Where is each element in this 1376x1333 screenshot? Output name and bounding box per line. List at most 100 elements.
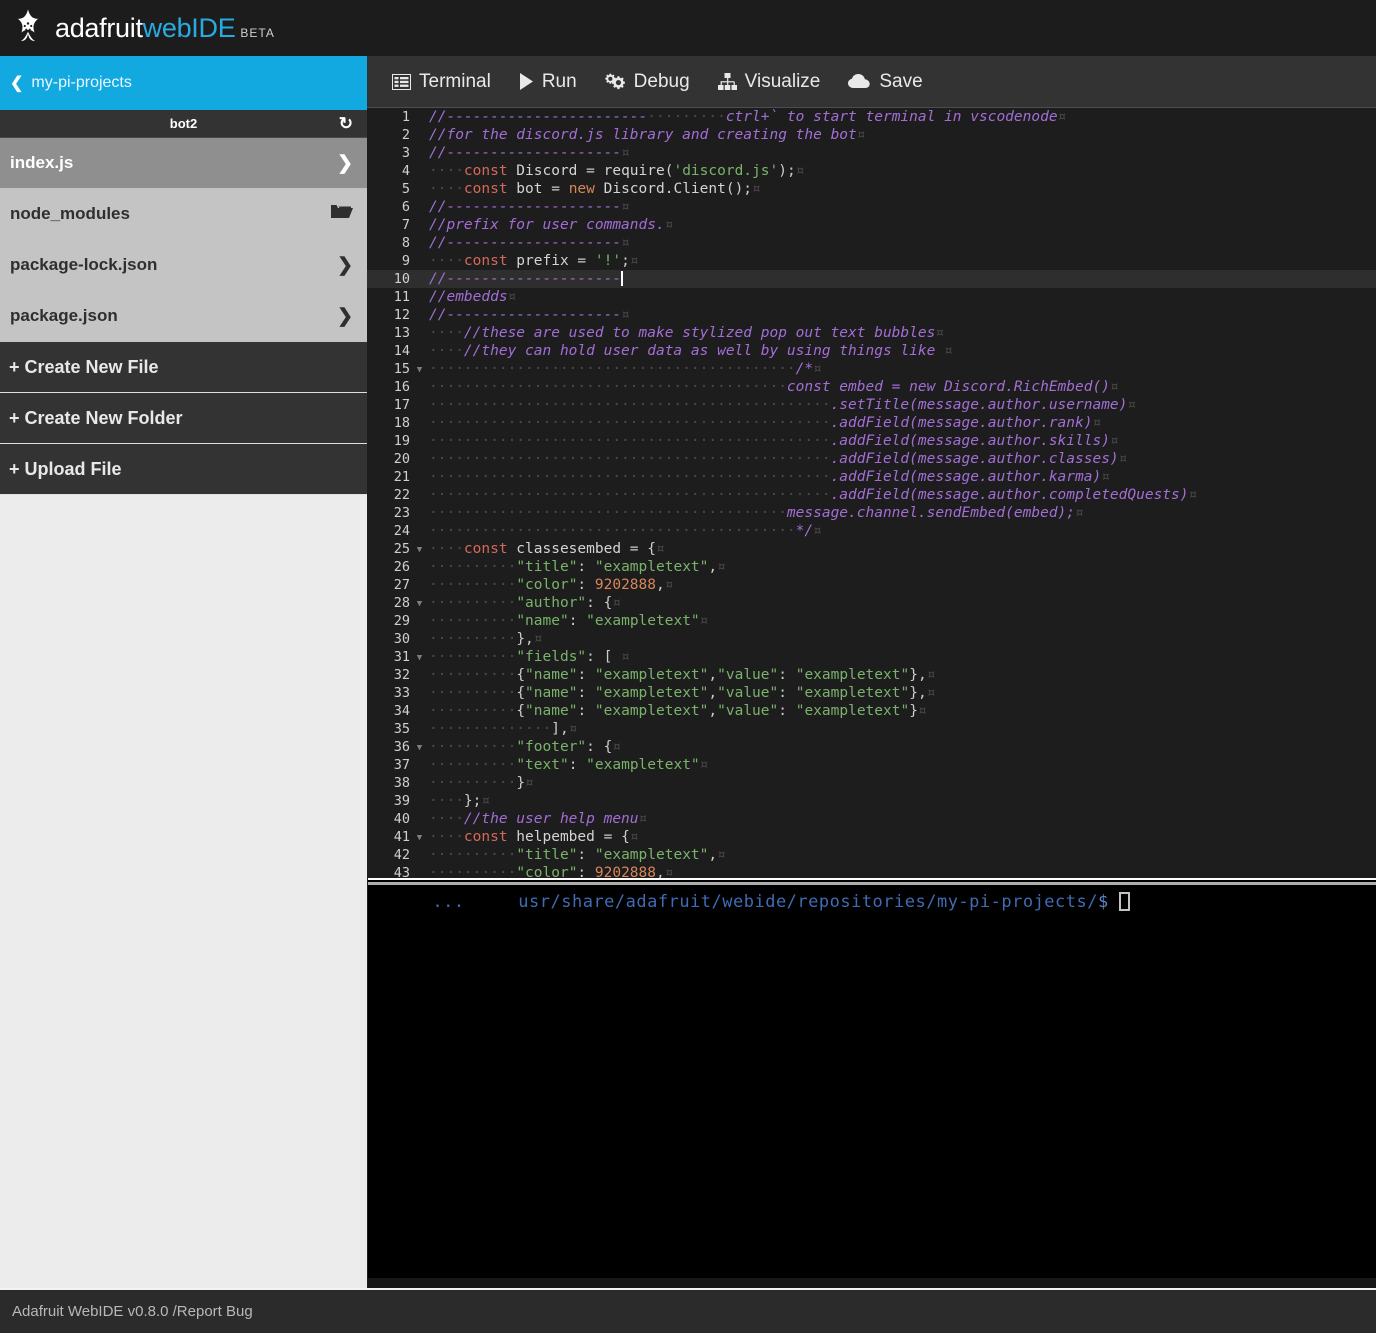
code-line[interactable]: 42 ··········"title": "exampletext",¤ bbox=[367, 846, 1376, 864]
code-line[interactable]: 11 //embedds¤ bbox=[367, 288, 1376, 306]
sidebar-action-1[interactable]: + Create New Folder bbox=[0, 393, 367, 444]
code-line[interactable]: 26 ··········"title": "exampletext",¤ bbox=[367, 558, 1376, 576]
fold-arrow-icon[interactable]: ▼ bbox=[413, 738, 426, 756]
token-kw: const bbox=[463, 829, 508, 845]
file-row[interactable]: node_modules bbox=[0, 189, 367, 240]
run-button[interactable]: Run bbox=[519, 71, 577, 93]
line-number: 12 bbox=[393, 307, 410, 323]
code-line[interactable]: 18 ······································… bbox=[367, 414, 1376, 432]
chevron-right-icon[interactable]: ❯ bbox=[337, 152, 353, 175]
code-line[interactable]: 35 ··············],¤ bbox=[367, 720, 1376, 738]
token-pun: : bbox=[778, 685, 796, 701]
chevron-right-icon[interactable]: ❯ bbox=[337, 254, 353, 277]
code-line[interactable]: 31 ▼ ··········"fields": [ ¤ bbox=[367, 648, 1376, 666]
code-line[interactable]: 13 ····//these are used to make stylized … bbox=[367, 324, 1376, 342]
code-line[interactable]: 34 ··········{"name": "exampletext","valu… bbox=[367, 702, 1376, 720]
visualize-button[interactable]: Visualize bbox=[717, 71, 820, 93]
code-line[interactable]: 16 ······································… bbox=[367, 378, 1376, 396]
save-button[interactable]: Save bbox=[848, 71, 923, 93]
token-id: require bbox=[594, 163, 665, 179]
file-row[interactable]: index.js ❯ bbox=[0, 138, 367, 189]
code-line[interactable]: 20 ······································… bbox=[367, 450, 1376, 468]
code-line[interactable]: 23 ······································… bbox=[367, 504, 1376, 522]
code-line[interactable]: 8 //--------------------¤ bbox=[367, 234, 1376, 252]
folder-icon[interactable] bbox=[331, 203, 353, 225]
sidebar-action-2[interactable]: + Upload File bbox=[0, 444, 367, 495]
code-line[interactable]: 39 ····};¤ bbox=[367, 792, 1376, 810]
terminal-panel[interactable]: ... usr/share/adafruit/webide/repositori… bbox=[368, 878, 1376, 1278]
project-back-bar[interactable]: ❮ my-pi-projects bbox=[0, 56, 367, 110]
code-line[interactable]: 15 ▼ ·····································… bbox=[367, 360, 1376, 378]
file-row[interactable]: package.json ❯ bbox=[0, 291, 367, 342]
sidebar-action-0[interactable]: + Create New File bbox=[0, 342, 367, 393]
token-kw: const bbox=[463, 163, 508, 179]
code-line[interactable]: 33 ··········{"name": "exampletext","valu… bbox=[367, 684, 1376, 702]
footer-text[interactable]: Adafruit WebIDE v0.8.0 /Report Bug bbox=[12, 1303, 253, 1320]
code-line[interactable]: 2 //for the discord.js library and creati… bbox=[367, 126, 1376, 144]
fold-arrow-icon[interactable]: ▼ bbox=[413, 360, 426, 378]
code-line[interactable]: 1 //-----------------------·········ctrl+… bbox=[367, 108, 1376, 126]
file-name: node_modules bbox=[10, 204, 130, 223]
line-number: 6 bbox=[401, 199, 410, 215]
line-number: 36 bbox=[393, 739, 410, 755]
token-eol: ¤ bbox=[1101, 469, 1110, 485]
code-text: ··········"title": "exampletext",¤ bbox=[426, 846, 726, 864]
token-num: 9202888 bbox=[594, 577, 656, 593]
code-line[interactable]: 5 ····const bot = new Discord.Client();¤ bbox=[367, 180, 1376, 198]
token-pun: = { bbox=[629, 541, 656, 557]
sidebar-action-label: + Create New Folder bbox=[9, 407, 183, 428]
code-line[interactable]: 10 //-------------------- bbox=[367, 270, 1376, 288]
token-ws: ········································… bbox=[429, 361, 796, 377]
code-line[interactable]: 30 ··········},¤ bbox=[367, 630, 1376, 648]
code-line[interactable]: 7 //prefix for user commands.¤ bbox=[367, 216, 1376, 234]
line-number: 11 bbox=[393, 289, 410, 305]
app-header: adafruitwebIDE BETA bbox=[0, 0, 1376, 56]
code-line[interactable]: 12 //--------------------¤ bbox=[367, 306, 1376, 324]
code-line[interactable]: 40 ····//the user help menu¤ bbox=[367, 810, 1376, 828]
code-text: ····const bot = new Discord.Client();¤ bbox=[426, 180, 761, 198]
code-line[interactable]: 9 ····const prefix = '!';¤ bbox=[367, 252, 1376, 270]
terminal-button[interactable]: Terminal bbox=[392, 71, 491, 93]
token-eol: ¤ bbox=[629, 253, 639, 269]
code-line[interactable]: 24 ······································… bbox=[367, 522, 1376, 540]
fold-arrow-icon[interactable]: ▼ bbox=[413, 648, 426, 666]
refresh-icon[interactable]: ↻ bbox=[339, 114, 353, 134]
code-line[interactable]: 21 ······································… bbox=[367, 468, 1376, 486]
token-ws: ·············· bbox=[429, 721, 552, 737]
code-line[interactable]: 19 ······································… bbox=[367, 432, 1376, 450]
fold-arrow-icon[interactable]: ▼ bbox=[413, 828, 426, 846]
code-line[interactable]: 17 ······································… bbox=[367, 396, 1376, 414]
code-line[interactable]: 22 ······································… bbox=[367, 486, 1376, 504]
code-line[interactable]: 37 ··········"text": "exampletext"¤ bbox=[367, 756, 1376, 774]
fold-arrow-icon[interactable]: ▼ bbox=[413, 594, 426, 612]
token-pun: : bbox=[577, 847, 595, 863]
code-line[interactable]: 14 ····//they can hold user data as well … bbox=[367, 342, 1376, 360]
token-eol: ¤ bbox=[1188, 487, 1198, 503]
code-line[interactable]: 4 ····const Discord = require('discord.js… bbox=[367, 162, 1376, 180]
code-line[interactable]: 38 ··········}¤ bbox=[367, 774, 1376, 792]
line-number: 41 bbox=[393, 829, 410, 845]
line-number: 5 bbox=[401, 181, 410, 197]
debug-button[interactable]: Debug bbox=[604, 71, 690, 93]
code-line[interactable]: 28 ▼ ··········"author": {¤ bbox=[367, 594, 1376, 612]
chevron-right-icon[interactable]: ❯ bbox=[337, 305, 353, 328]
code-line[interactable]: 41 ▼ ····const helpembed = {¤ bbox=[367, 828, 1376, 846]
code-line[interactable]: 36 ▼ ··········"footer": {¤ bbox=[367, 738, 1376, 756]
fold-arrow-icon[interactable]: ▼ bbox=[413, 540, 426, 558]
code-line[interactable]: 25 ▼ ····const classesembed = {¤ bbox=[367, 540, 1376, 558]
code-line[interactable]: 27 ··········"color": 9202888,¤ bbox=[367, 576, 1376, 594]
code-line[interactable]: 6 //--------------------¤ bbox=[367, 198, 1376, 216]
code-line[interactable]: 3 //--------------------¤ bbox=[367, 144, 1376, 162]
code-line[interactable]: 29 ··········"name": "exampletext"¤ bbox=[367, 612, 1376, 630]
token-eol: ¤ bbox=[481, 793, 491, 809]
sidebar-actions: + Create New File + Create New Folder + Up… bbox=[0, 342, 367, 495]
file-row[interactable]: package-lock.json ❯ bbox=[0, 240, 367, 291]
token-ws: ·········· bbox=[429, 739, 517, 755]
token-eol: ¤ bbox=[621, 235, 630, 251]
code-line[interactable]: 32 ··········{"name": "exampletext","valu… bbox=[367, 666, 1376, 684]
